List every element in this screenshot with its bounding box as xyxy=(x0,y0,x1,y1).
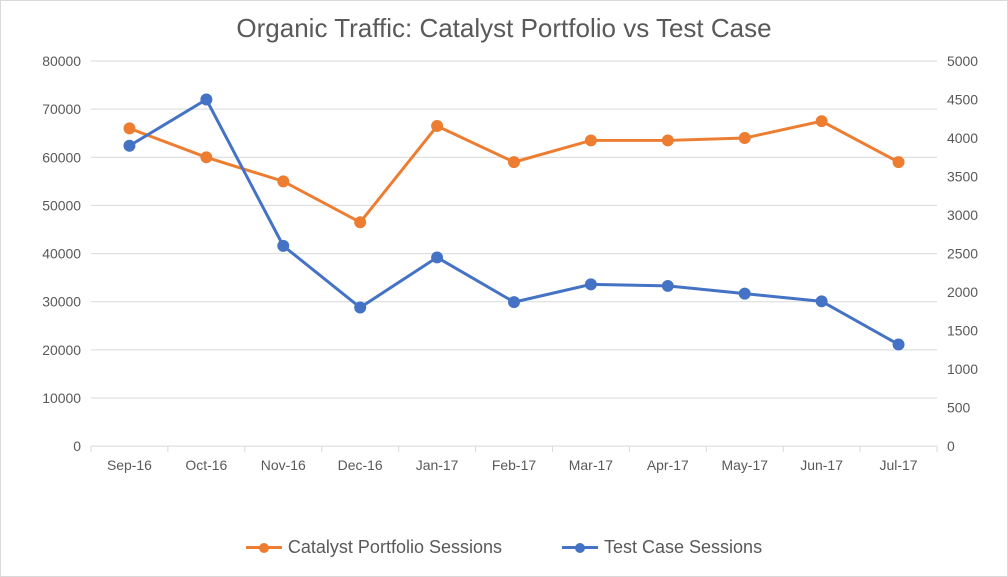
svg-text:70000: 70000 xyxy=(42,101,81,117)
chart-container: Organic Traffic: Catalyst Portfolio vs T… xyxy=(0,0,1008,577)
svg-text:3500: 3500 xyxy=(947,169,978,185)
legend-swatch-testcase xyxy=(562,539,598,557)
svg-text:4000: 4000 xyxy=(947,130,978,146)
legend-label-testcase: Test Case Sessions xyxy=(604,537,762,558)
plot-area: 0100002000030000400005000060000700008000… xyxy=(91,61,937,476)
series-group xyxy=(124,95,903,350)
svg-text:Jul-17: Jul-17 xyxy=(880,457,918,473)
svg-text:20000: 20000 xyxy=(42,342,81,358)
svg-text:30000: 30000 xyxy=(42,294,81,310)
svg-text:Jun-17: Jun-17 xyxy=(800,457,843,473)
legend-label-catalyst: Catalyst Portfolio Sessions xyxy=(288,537,502,558)
svg-text:80000: 80000 xyxy=(42,53,81,69)
left-axis-ticks: 0 10000 20000 30000 40000 50000 60000 70000 8000… xyxy=(42,53,81,454)
svg-text:0: 0 xyxy=(73,438,81,454)
svg-text:4500: 4500 xyxy=(947,92,978,108)
svg-text:2000: 2000 xyxy=(947,284,978,300)
bottom-axis-ticks: Sep-16 Oct-16 Nov-16 Dec-16 Jan-17 Feb-17 Mar-… xyxy=(91,446,937,473)
svg-text:Dec-16: Dec-16 xyxy=(338,457,383,473)
legend: Catalyst Portfolio Sessions Test Case Se… xyxy=(1,537,1007,558)
svg-text:3000: 3000 xyxy=(947,207,978,223)
svg-text:Apr-17: Apr-17 xyxy=(647,457,689,473)
svg-text:1500: 1500 xyxy=(947,323,978,339)
svg-text:10000: 10000 xyxy=(42,390,81,406)
svg-text:2500: 2500 xyxy=(947,246,978,262)
right-axis-ticks: 0 500 1000 1500 2000 2500 3000 3500 4000 4500 5000 xyxy=(947,53,978,454)
svg-text:Jan-17: Jan-17 xyxy=(416,457,459,473)
svg-text:60000: 60000 xyxy=(42,149,81,165)
svg-text:5000: 5000 xyxy=(947,53,978,69)
svg-text:500: 500 xyxy=(947,400,971,416)
legend-swatch-catalyst xyxy=(246,539,282,557)
svg-text:Mar-17: Mar-17 xyxy=(569,457,613,473)
svg-text:Nov-16: Nov-16 xyxy=(261,457,306,473)
chart-svg: 0100002000030000400005000060000700008000… xyxy=(91,61,937,476)
chart-title: Organic Traffic: Catalyst Portfolio vs T… xyxy=(1,13,1007,44)
svg-text:0: 0 xyxy=(947,438,955,454)
svg-text:May-17: May-17 xyxy=(721,457,768,473)
svg-text:50000: 50000 xyxy=(42,197,81,213)
svg-text:40000: 40000 xyxy=(42,246,81,262)
svg-text:Oct-16: Oct-16 xyxy=(185,457,227,473)
svg-text:Sep-16: Sep-16 xyxy=(107,457,152,473)
legend-item-testcase: Test Case Sessions xyxy=(562,537,762,558)
legend-item-catalyst: Catalyst Portfolio Sessions xyxy=(246,537,502,558)
svg-text:1000: 1000 xyxy=(947,361,978,377)
svg-text:Feb-17: Feb-17 xyxy=(492,457,536,473)
